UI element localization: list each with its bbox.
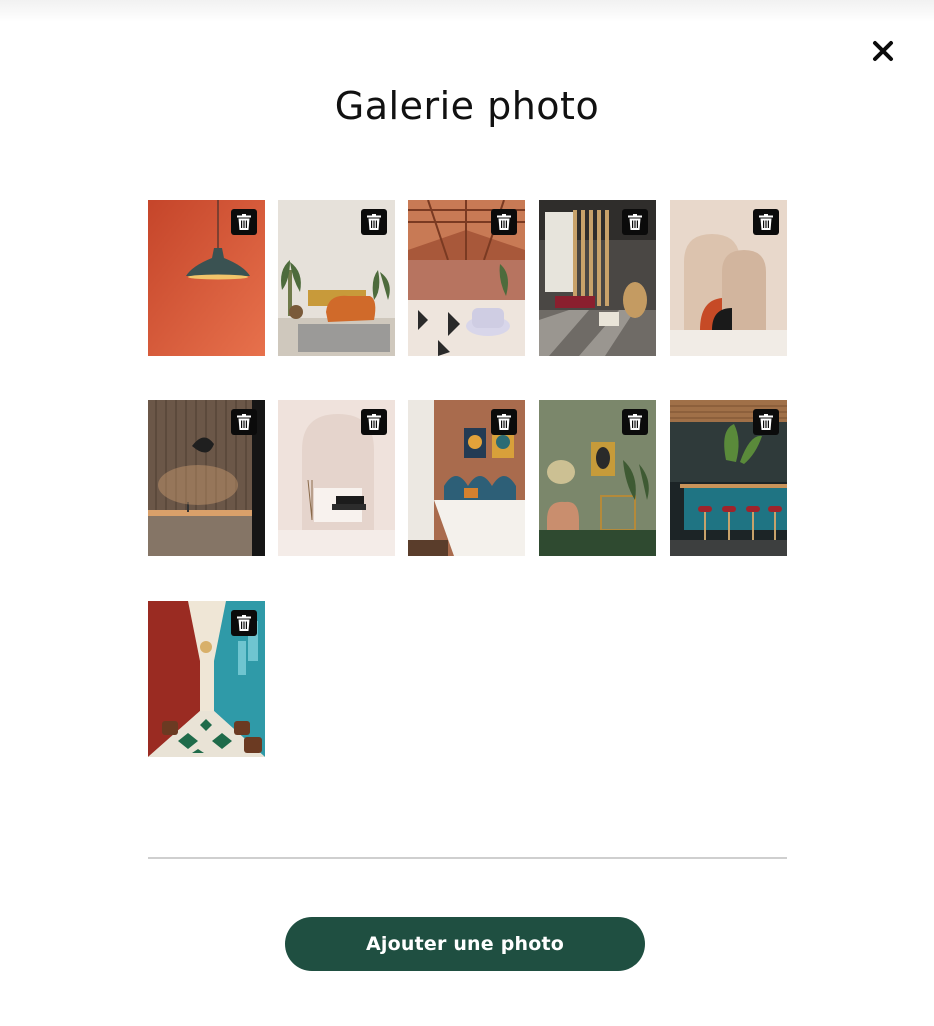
- delete-photo-button[interactable]: [622, 409, 648, 435]
- delete-photo-button[interactable]: [231, 209, 257, 235]
- trash-icon: [497, 414, 511, 430]
- divider: [148, 857, 787, 859]
- delete-photo-button[interactable]: [491, 209, 517, 235]
- add-photo-button[interactable]: Ajouter une photo: [285, 917, 645, 971]
- photo-grid: [0, 0, 934, 800]
- delete-photo-button[interactable]: [231, 610, 257, 636]
- delete-photo-button[interactable]: [753, 409, 779, 435]
- photo-thumbnail[interactable]: [278, 400, 395, 556]
- trash-icon: [759, 214, 773, 230]
- trash-icon: [237, 214, 251, 230]
- trash-icon: [237, 615, 251, 631]
- photo-thumbnail[interactable]: [408, 400, 525, 556]
- delete-photo-button[interactable]: [361, 409, 387, 435]
- delete-photo-button[interactable]: [491, 409, 517, 435]
- trash-icon: [367, 214, 381, 230]
- delete-photo-button[interactable]: [361, 209, 387, 235]
- photo-thumbnail[interactable]: [278, 200, 395, 356]
- trash-icon: [759, 414, 773, 430]
- photo-thumbnail[interactable]: [539, 400, 656, 556]
- photo-thumbnail[interactable]: [670, 400, 787, 556]
- delete-photo-button[interactable]: [753, 209, 779, 235]
- trash-icon: [628, 214, 642, 230]
- photo-thumbnail[interactable]: [148, 200, 265, 356]
- trash-icon: [237, 414, 251, 430]
- photo-thumbnail[interactable]: [539, 200, 656, 356]
- trash-icon: [628, 414, 642, 430]
- trash-icon: [497, 214, 511, 230]
- delete-photo-button[interactable]: [622, 209, 648, 235]
- photo-thumbnail[interactable]: [670, 200, 787, 356]
- photo-thumbnail[interactable]: [408, 200, 525, 356]
- delete-photo-button[interactable]: [231, 409, 257, 435]
- trash-icon: [367, 414, 381, 430]
- photo-thumbnail[interactable]: [148, 601, 265, 757]
- photo-thumbnail[interactable]: [148, 400, 265, 556]
